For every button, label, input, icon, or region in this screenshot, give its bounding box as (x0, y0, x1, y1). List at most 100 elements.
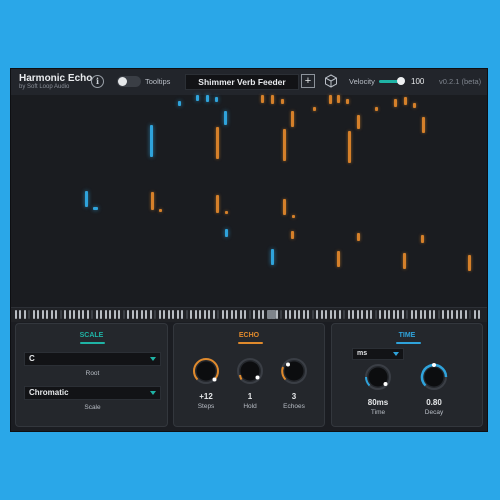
piano-key[interactable] (276, 310, 278, 319)
piano-key[interactable] (190, 310, 192, 319)
piano-key[interactable] (105, 310, 107, 319)
tooltips-toggle[interactable] (117, 76, 141, 87)
plus-icon[interactable]: + (301, 74, 315, 88)
piano-key[interactable] (136, 310, 138, 319)
piano-key[interactable] (240, 310, 242, 319)
piano-key[interactable] (91, 310, 93, 319)
piano-key[interactable] (361, 310, 363, 319)
piano-key[interactable] (55, 310, 57, 319)
hold-knob[interactable] (235, 356, 265, 386)
piano-key[interactable] (460, 310, 462, 319)
piano-key[interactable] (330, 310, 332, 319)
piano-key[interactable] (316, 310, 318, 319)
piano-key[interactable] (154, 310, 156, 319)
piano-key[interactable] (370, 310, 372, 319)
piano-key[interactable] (249, 310, 251, 319)
piano-key[interactable] (204, 310, 206, 319)
cube-icon[interactable] (324, 74, 338, 88)
piano-key[interactable] (235, 310, 237, 319)
piano-key[interactable] (145, 310, 147, 319)
info-icon[interactable]: i (91, 75, 104, 88)
preset-name-field[interactable]: Shimmer Verb Feeder (185, 74, 299, 90)
piano-key[interactable] (285, 310, 287, 319)
piano-key[interactable] (195, 310, 197, 319)
piano-key[interactable] (469, 310, 471, 319)
piano-key[interactable] (402, 310, 404, 319)
time-unit-dropdown[interactable]: ms (352, 348, 404, 360)
piano-key[interactable] (289, 310, 291, 319)
piano-key[interactable] (415, 310, 417, 319)
piano-key[interactable] (78, 310, 80, 319)
piano-key[interactable] (352, 310, 354, 319)
piano-key[interactable] (69, 310, 71, 319)
piano-key[interactable] (163, 310, 165, 319)
piano-key[interactable] (280, 310, 282, 319)
piano-key[interactable] (433, 310, 435, 319)
piano-key[interactable] (87, 310, 89, 319)
piano-key[interactable] (73, 310, 75, 319)
piano-key[interactable] (231, 310, 233, 319)
piano-key[interactable] (325, 310, 327, 319)
steps-knob[interactable] (191, 356, 221, 386)
piano-key[interactable] (37, 310, 39, 319)
piano-key[interactable] (109, 310, 111, 319)
piano-key[interactable] (334, 310, 336, 319)
piano-key[interactable] (447, 310, 449, 319)
piano-key[interactable] (60, 310, 62, 319)
echoes-knob[interactable] (279, 356, 309, 386)
scale-dropdown[interactable]: Chromatic (24, 386, 161, 400)
time-knob[interactable] (363, 362, 393, 392)
piano-key[interactable] (465, 310, 467, 319)
piano-key[interactable] (177, 310, 179, 319)
piano-key[interactable] (348, 310, 350, 319)
piano-key[interactable] (51, 310, 53, 319)
piano-key[interactable] (298, 310, 300, 319)
piano-key[interactable] (213, 310, 215, 319)
piano-key[interactable] (420, 310, 422, 319)
piano-key[interactable] (172, 310, 174, 319)
decay-knob[interactable] (419, 362, 449, 392)
piano-key[interactable] (123, 310, 125, 319)
piano-key[interactable] (132, 310, 134, 319)
piano-key[interactable] (82, 310, 84, 319)
piano-key[interactable] (15, 310, 17, 319)
piano-key[interactable] (343, 310, 345, 319)
piano-key[interactable] (406, 310, 408, 319)
piano-key[interactable] (339, 310, 341, 319)
piano-key[interactable] (199, 310, 201, 319)
piano-key[interactable] (208, 310, 210, 319)
piano-key[interactable] (321, 310, 323, 319)
piano-key[interactable] (159, 310, 161, 319)
piano-key[interactable] (33, 310, 35, 319)
piano-key[interactable] (217, 310, 219, 319)
piano-key[interactable] (258, 310, 260, 319)
piano-key[interactable] (307, 310, 309, 319)
piano-key[interactable] (64, 310, 66, 319)
piano-key[interactable] (478, 310, 480, 319)
piano-key[interactable] (181, 310, 183, 319)
piano-key[interactable] (262, 310, 264, 319)
piano-key[interactable] (429, 310, 431, 319)
piano-key[interactable] (226, 310, 228, 319)
piano-key[interactable] (424, 310, 426, 319)
piano-key[interactable] (357, 310, 359, 319)
piano-key[interactable] (303, 310, 305, 319)
piano-key[interactable] (186, 310, 188, 319)
piano-key[interactable] (253, 310, 255, 319)
piano-key[interactable] (451, 310, 453, 319)
piano-key[interactable] (141, 310, 143, 319)
piano-key[interactable] (294, 310, 296, 319)
piano-key[interactable] (19, 310, 21, 319)
piano-key[interactable] (474, 310, 476, 319)
piano-key[interactable] (42, 310, 44, 319)
piano-key[interactable] (438, 310, 440, 319)
piano-key[interactable] (244, 310, 246, 319)
piano-key[interactable] (384, 310, 386, 319)
velocity-slider-thumb[interactable] (397, 77, 405, 85)
root-dropdown[interactable]: C (24, 352, 161, 366)
piano-key[interactable] (366, 310, 368, 319)
piano-key[interactable] (127, 310, 129, 319)
piano-key[interactable] (118, 310, 120, 319)
piano-key[interactable] (24, 310, 26, 319)
piano-key[interactable] (100, 310, 102, 319)
